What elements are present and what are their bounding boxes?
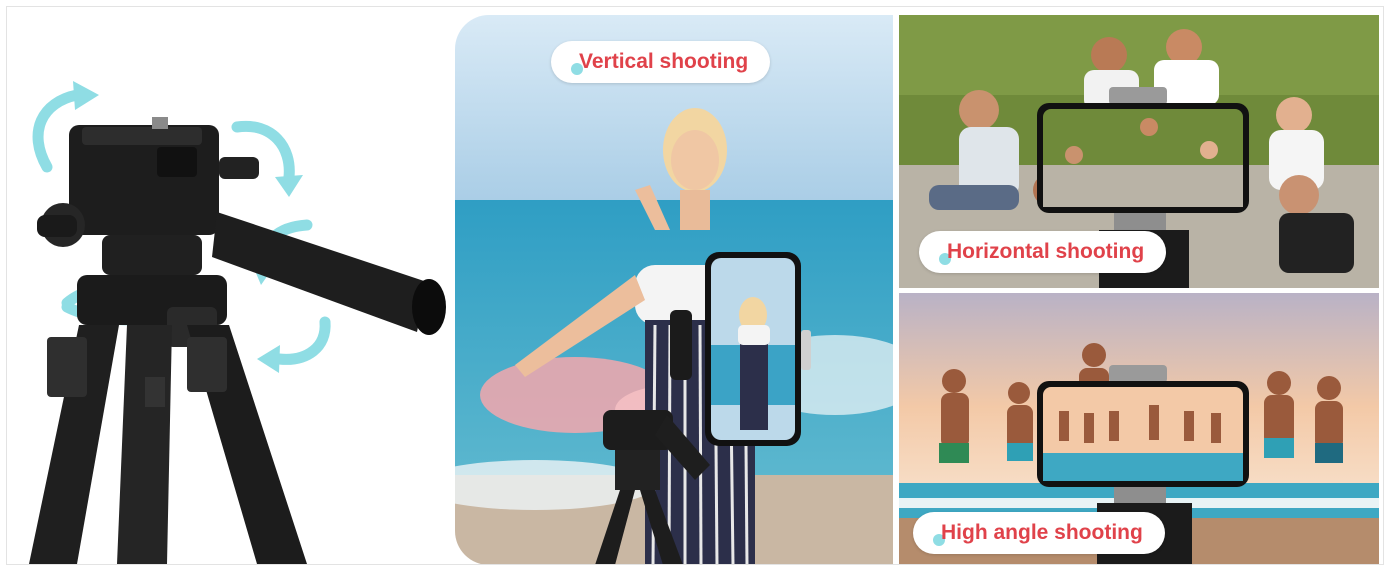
high-angle-shooting-panel: High angle shooting — [899, 293, 1379, 564]
vertical-shooting-label: Vertical shooting — [551, 41, 771, 83]
tripod-panel — [7, 7, 453, 564]
horizontal-shooting-panel: Horizontal shooting — [899, 15, 1379, 288]
horizontal-shooting-label: Horizontal shooting — [919, 231, 1167, 273]
tripod-icon — [29, 117, 446, 564]
vertical-shooting-panel: Vertical shooting — [455, 15, 893, 564]
beach-scene — [455, 15, 893, 564]
high-angle-shooting-label: High angle shooting — [913, 512, 1165, 554]
product-image-frame: Vertical shooting Horizontal shooting Hi… — [6, 6, 1384, 565]
tripod-illustration — [29, 81, 446, 564]
